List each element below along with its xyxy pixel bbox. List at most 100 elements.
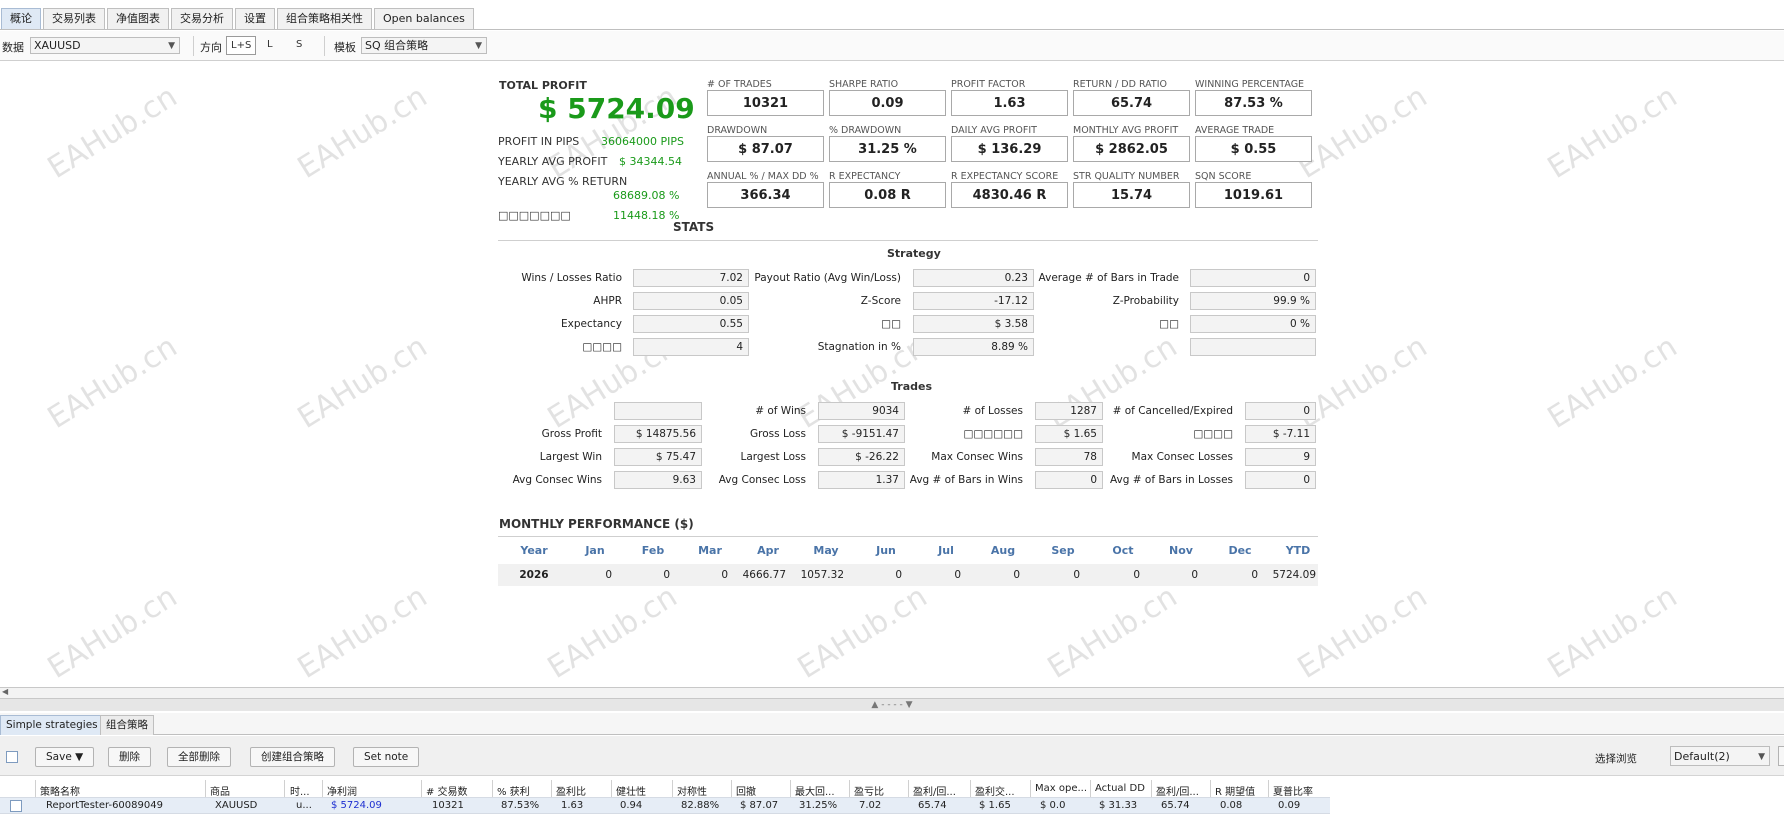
row-checkbox[interactable]: [10, 800, 22, 812]
tab-simple-strategies[interactable]: Simple strategies: [0, 715, 104, 735]
toolbar-overflow-button[interactable]: [1778, 746, 1784, 766]
metric-label: SHARPE RATIO: [829, 79, 899, 90]
delete-all-button[interactable]: 全部删除: [167, 747, 231, 767]
watermark: EAHub.cn: [1291, 579, 1434, 686]
tab-equity-chart[interactable]: 净值图表: [107, 8, 169, 29]
template-label: 模板: [334, 41, 356, 54]
stat-value: 1.37: [818, 471, 905, 489]
column-header[interactable]: 盈利交...: [975, 783, 1030, 798]
column-header[interactable]: 净利润: [327, 783, 417, 798]
stat-value: 0.05: [633, 292, 749, 310]
tab-open-balances[interactable]: Open balances: [374, 8, 474, 29]
stat-label: Gross Loss: [750, 428, 806, 440]
metric-value: $ 0.55: [1195, 136, 1312, 162]
tab-trade-analysis[interactable]: 交易分析: [171, 8, 233, 29]
data-label: 数据: [2, 41, 24, 54]
column-divider: [284, 780, 285, 797]
stats-title: STATS: [673, 220, 715, 234]
tab-settings[interactable]: 设置: [235, 8, 275, 29]
tab-portfolio-strategies[interactable]: 组合策略: [100, 715, 154, 735]
stat-value: 78: [1035, 448, 1103, 466]
column-header[interactable]: 盈利/回...: [913, 783, 968, 798]
watermark: EAHub.cn: [791, 579, 934, 686]
column-header[interactable]: # 交易数: [426, 783, 491, 798]
save-button[interactable]: Save ▼: [35, 747, 95, 767]
data-select[interactable]: XAUUSD ▼: [30, 37, 180, 54]
stat-value: 99.9 %: [1190, 292, 1316, 310]
monthly-cell: 4666.77: [742, 569, 786, 581]
metric-value: 31.25 %: [829, 136, 946, 162]
stat-value: $ 1.65: [1035, 425, 1103, 443]
stat-value: 1287: [1035, 402, 1103, 420]
column-header[interactable]: 时...: [290, 783, 320, 798]
tab-overview[interactable]: 概论: [1, 8, 41, 29]
metric-value: 4830.46 R: [951, 182, 1068, 208]
column-header[interactable]: % 获利: [497, 783, 552, 798]
template-select[interactable]: SQ 组合策略 ▼: [361, 37, 487, 54]
stat-label: # of Cancelled/Expired: [1112, 405, 1233, 417]
direction-short-button[interactable]: S: [292, 36, 306, 55]
delete-button[interactable]: 删除: [108, 747, 151, 767]
column-header[interactable]: Actual DD: [1095, 783, 1150, 794]
stat-value: $ 75.47: [614, 448, 702, 466]
stat-label: Expectancy: [561, 318, 622, 330]
watermark: EAHub.cn: [291, 79, 434, 186]
tab-portfolio-correlation[interactable]: 组合策略相关性: [277, 8, 372, 29]
column-header[interactable]: 最大回...: [795, 783, 845, 798]
column-header[interactable]: 对称性: [677, 783, 727, 798]
table-cell: 65.74: [918, 800, 947, 811]
stat-value: 9.63: [614, 471, 702, 489]
monthly-header: Aug: [990, 544, 1016, 557]
column-header[interactable]: 策略名称: [40, 783, 200, 798]
monthly-header: Oct: [1112, 544, 1134, 557]
stat-value: -17.12: [913, 292, 1034, 310]
create-portfolio-button[interactable]: 创建组合策略: [250, 747, 335, 767]
column-header[interactable]: 回撤: [736, 783, 786, 798]
table-cell: XAUUSD: [215, 800, 258, 811]
column-divider: [205, 780, 206, 797]
set-note-button[interactable]: Set note: [353, 747, 420, 767]
yearly-avg-return-value: 68689.08 %: [613, 189, 680, 202]
monthly-cell: 0: [954, 569, 961, 581]
column-divider: [790, 780, 791, 797]
watermark: EAHub.cn: [1291, 79, 1434, 186]
column-header[interactable]: Max ope...: [1035, 783, 1090, 794]
column-header[interactable]: 健壮性: [616, 783, 666, 798]
column-header[interactable]: 夏普比率: [1273, 783, 1328, 798]
view-select[interactable]: Default(2) ▼: [1670, 746, 1770, 766]
metric-value: $ 2862.05: [1073, 136, 1190, 162]
column-header[interactable]: 盈利比: [556, 783, 606, 798]
column-header[interactable]: 商品: [210, 783, 280, 798]
direction-long-short-button[interactable]: L+S: [226, 36, 257, 55]
divider: [498, 536, 1318, 537]
stat-label: Largest Win: [539, 451, 602, 463]
direction-long-button[interactable]: L: [263, 36, 277, 55]
template-select-value: SQ 组合策略: [365, 39, 429, 52]
table-cell: $ 5724.09: [331, 800, 382, 811]
metric-label: STR QUALITY NUMBER: [1073, 171, 1180, 182]
select-all-checkbox[interactable]: [6, 751, 18, 763]
stat-label: Payout Ratio (Avg Win/Loss): [754, 272, 901, 284]
column-header[interactable]: R 期望值: [1215, 783, 1265, 798]
stat-label: Z-Score: [860, 295, 901, 307]
horizontal-scrollbar[interactable]: ◀: [0, 687, 1784, 699]
table-cell: ReportTester-60089049: [46, 800, 163, 811]
monthly-header: Jan: [585, 544, 605, 557]
chevron-down-icon: ▼: [1758, 752, 1765, 762]
tab-trade-list[interactable]: 交易列表: [43, 8, 105, 29]
panel-splitter[interactable]: ▲ - - - - ▼: [0, 699, 1784, 711]
filter-toolbar: 数据 XAUUSD ▼ 方向 L+S L S 模板 SQ 组合策略 ▼: [0, 31, 1784, 61]
column-header[interactable]: 盈利/回...: [1156, 783, 1211, 798]
top-tab-bar: 概论 交易列表 净值图表 交易分析 设置 组合策略相关性 Open balanc…: [0, 8, 1784, 30]
scroll-left-icon[interactable]: ◀: [2, 687, 8, 696]
table-cell: 10321: [432, 800, 464, 811]
yearly-avg-profit-label: YEARLY AVG PROFIT: [498, 155, 608, 168]
column-header[interactable]: 盈亏比: [854, 783, 904, 798]
metric-value: $ 87.07: [707, 136, 824, 162]
column-divider: [731, 780, 732, 797]
stat-value: $ 14875.56: [614, 425, 702, 443]
stat-value: $ 3.58: [913, 315, 1034, 333]
monthly-cell: 0: [895, 569, 902, 581]
stat-value: $ -7.11: [1245, 425, 1316, 443]
column-divider: [849, 780, 850, 797]
